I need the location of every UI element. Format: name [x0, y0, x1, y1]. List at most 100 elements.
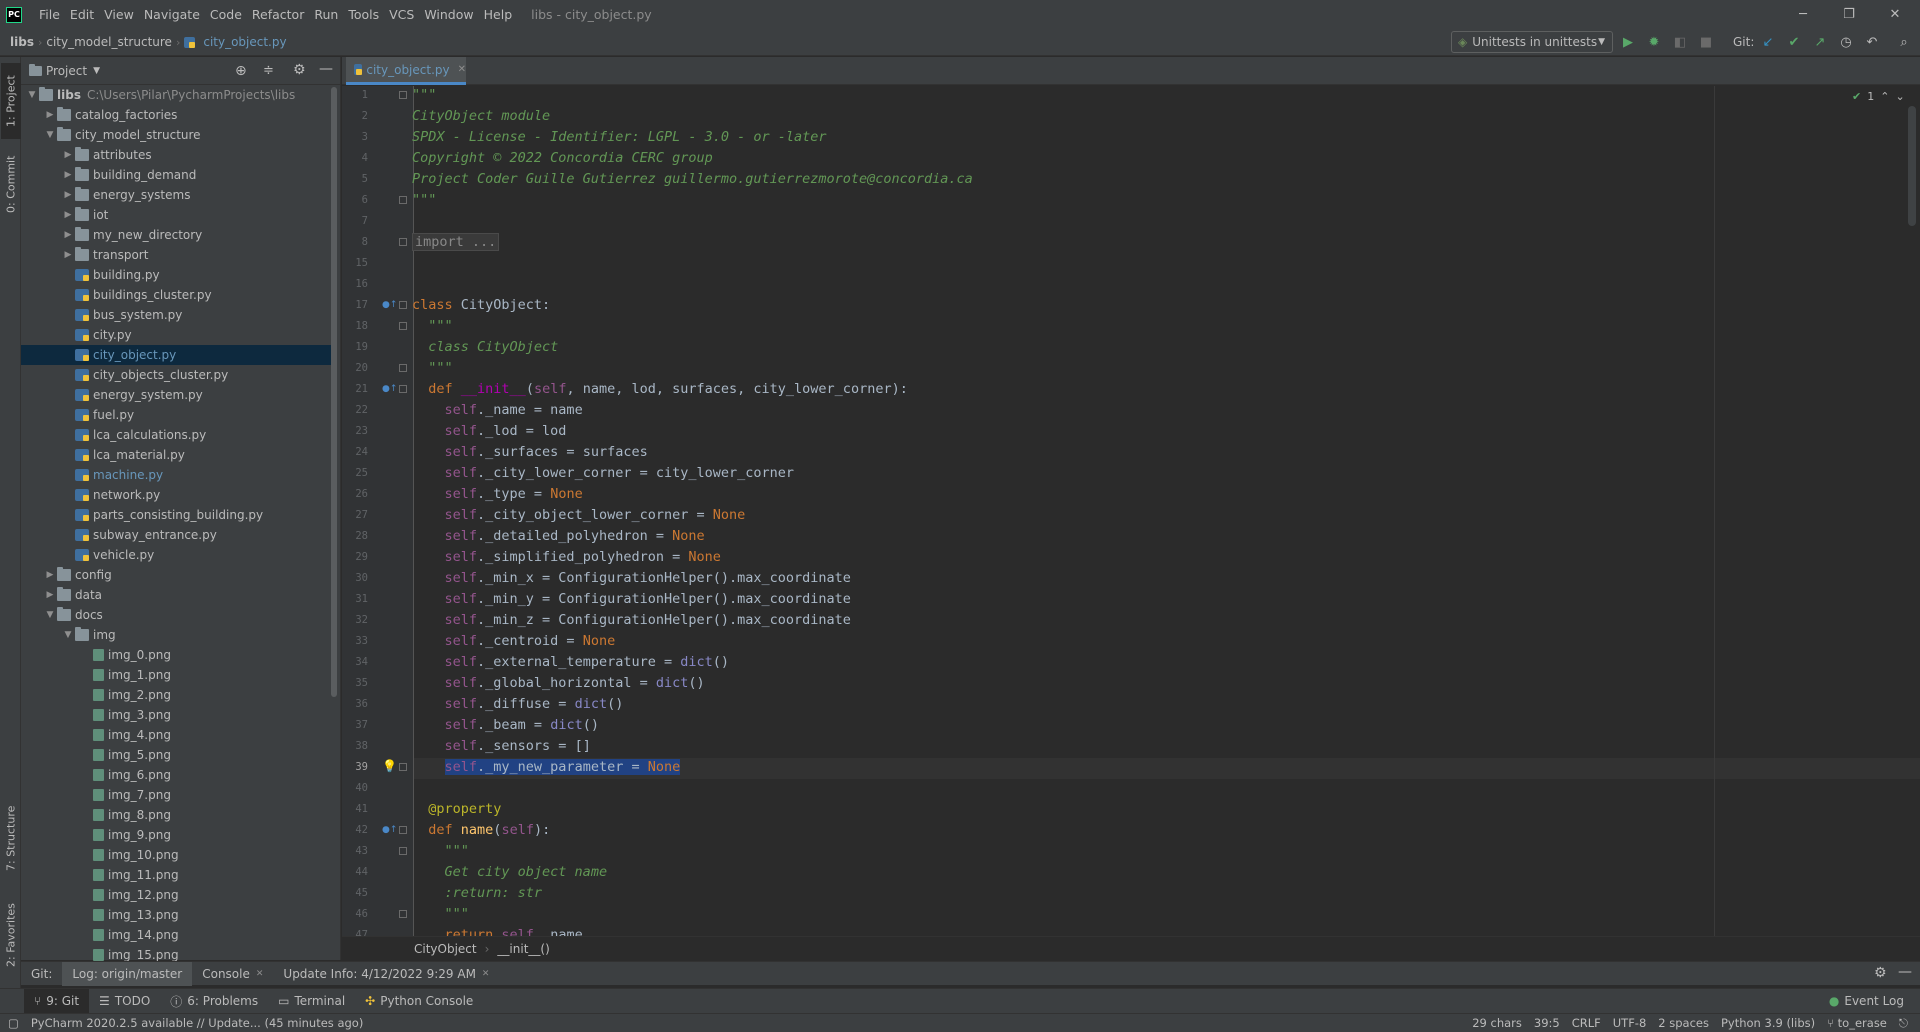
- tool-tab-git[interactable]: ⑂ 9: Git: [24, 988, 90, 1014]
- gear-icon[interactable]: ⚙: [1874, 965, 1887, 981]
- chevron-down-icon[interactable]: ▼: [43, 610, 57, 620]
- code-line[interactable]: self._min_z = ConfigurationHelper().max_…: [412, 610, 851, 631]
- fold-marker-icon[interactable]: [399, 238, 407, 246]
- code-line[interactable]: self._surfaces = surfaces: [412, 442, 648, 463]
- code-line[interactable]: """: [412, 316, 452, 337]
- editor-crumb-class[interactable]: CityObject: [414, 942, 477, 956]
- tool-tab-todo[interactable]: ☰ TODO: [89, 989, 160, 1014]
- tool-tab-favorites[interactable]: 2: Favorites: [1, 897, 21, 973]
- run-icon[interactable]: ▶: [1619, 33, 1637, 51]
- menu-edit[interactable]: Edit: [65, 7, 99, 22]
- menu-navigate[interactable]: Navigate: [139, 7, 205, 22]
- menu-run[interactable]: Run: [309, 7, 343, 22]
- git-commit-icon[interactable]: ✔: [1785, 33, 1803, 51]
- tree-file[interactable]: subway_entrance.py: [21, 525, 331, 545]
- menu-vcs[interactable]: VCS: [384, 7, 419, 22]
- tree-folder[interactable]: ▶ iot: [21, 205, 331, 225]
- locate-file-icon[interactable]: ⊕: [235, 63, 247, 79]
- code-line[interactable]: self._beam = dict(): [412, 715, 599, 736]
- tree-folder[interactable]: ▶ energy_systems: [21, 185, 331, 205]
- status-line-separator[interactable]: CRLF: [1566, 1016, 1607, 1031]
- tree-folder[interactable]: ▶ config: [21, 565, 331, 585]
- tool-tab-terminal[interactable]: ▭ Terminal: [268, 989, 355, 1014]
- code-line[interactable]: """: [412, 190, 436, 211]
- code-line[interactable]: def __init__(self, name, lod, surfaces, …: [412, 379, 908, 400]
- chevron-right-icon[interactable]: ▶: [43, 590, 57, 600]
- menu-refactor[interactable]: Refactor: [247, 7, 309, 22]
- tree-file[interactable]: img_7.png: [21, 785, 331, 805]
- tree-file[interactable]: img_8.png: [21, 805, 331, 825]
- tree-folder[interactable]: ▶ data: [21, 585, 331, 605]
- chevron-right-icon[interactable]: ▶: [43, 110, 57, 120]
- rollback-icon[interactable]: ↶: [1863, 33, 1881, 51]
- code-line[interactable]: def name(self):: [412, 820, 550, 841]
- tree-file[interactable]: img_6.png: [21, 765, 331, 785]
- status-encoding[interactable]: UTF-8: [1607, 1016, 1653, 1031]
- collapse-all-icon[interactable]: ≑: [263, 63, 274, 78]
- menu-view[interactable]: View: [99, 7, 139, 22]
- code-line[interactable]: self._name = name: [412, 400, 583, 421]
- tree-file[interactable]: vehicle.py: [21, 545, 331, 565]
- tree-file[interactable]: img_10.png: [21, 845, 331, 865]
- code-line[interactable]: self._my_new_parameter = None: [412, 757, 681, 778]
- code-line[interactable]: class CityObject:: [412, 295, 550, 316]
- status-frame-icon[interactable]: ▢: [2, 1016, 25, 1030]
- override-marker-icon[interactable]: ●↑: [382, 383, 397, 395]
- inspection-widget[interactable]: ✔ 1 ⌃ ⌄: [1852, 90, 1905, 103]
- editor-crumb-method[interactable]: __init__(): [497, 942, 549, 956]
- close-window-icon[interactable]: ✕: [1872, 0, 1918, 29]
- tree-file[interactable]: lca_material.py: [21, 445, 331, 465]
- tree-file[interactable]: img_0.png: [21, 645, 331, 665]
- tree-file[interactable]: city_object.py: [21, 345, 331, 365]
- breadcrumb-city-model-structure[interactable]: city_model_structure: [42, 35, 176, 49]
- close-tab-icon[interactable]: ✕: [256, 969, 264, 979]
- project-scrollbar[interactable]: [331, 87, 337, 697]
- tree-folder[interactable]: ▼ img: [21, 625, 331, 645]
- tree-file[interactable]: img_11.png: [21, 865, 331, 885]
- tree-folder[interactable]: ▶ catalog_factories: [21, 105, 331, 125]
- breadcrumb-city-object[interactable]: city_object.py: [199, 35, 290, 49]
- menu-tools[interactable]: Tools: [343, 7, 384, 22]
- chevron-down-icon[interactable]: ▼: [61, 630, 75, 640]
- tree-file[interactable]: img_3.png: [21, 705, 331, 725]
- chevron-right-icon[interactable]: ▶: [61, 230, 75, 240]
- restore-icon[interactable]: ❐: [1826, 0, 1872, 29]
- code-line[interactable]: self._city_object_lower_corner = None: [412, 505, 746, 526]
- stop-icon[interactable]: ■: [1697, 33, 1715, 51]
- code-line[interactable]: Get city object name: [412, 862, 608, 883]
- tree-file[interactable]: img_1.png: [21, 665, 331, 685]
- tab-console[interactable]: Console ✕: [192, 962, 273, 986]
- tree-file[interactable]: img_14.png: [21, 925, 331, 945]
- menu-window[interactable]: Window: [419, 7, 478, 22]
- menu-help[interactable]: Help: [479, 7, 518, 22]
- lightbulb-icon[interactable]: 💡: [382, 760, 397, 772]
- tree-file[interactable]: machine.py: [21, 465, 331, 485]
- project-panel-title[interactable]: Project: [46, 64, 87, 78]
- status-indent[interactable]: 2 spaces: [1652, 1016, 1715, 1031]
- code-line[interactable]: self._global_horizontal = dict(): [412, 673, 705, 694]
- gear-icon[interactable]: ⚙: [293, 62, 306, 78]
- code-line[interactable]: CityObject module: [412, 106, 550, 127]
- tree-file[interactable]: network.py: [21, 485, 331, 505]
- fold-marker-icon[interactable]: [399, 322, 407, 330]
- close-tab-icon[interactable]: ✕: [482, 969, 490, 979]
- chevron-down-icon[interactable]: ▼: [93, 66, 100, 76]
- git-update-icon[interactable]: ↙: [1759, 33, 1777, 51]
- debug-icon[interactable]: ✹: [1645, 33, 1663, 51]
- tab-log-origin-master[interactable]: Log: origin/master: [62, 961, 193, 986]
- code-line[interactable]: """: [412, 358, 452, 379]
- code-line[interactable]: self._min_x = ConfigurationHelper().max_…: [412, 568, 851, 589]
- tool-tab-problems[interactable]: ⓘ 6: Problems: [160, 989, 268, 1014]
- tree-file[interactable]: city_objects_cluster.py: [21, 365, 331, 385]
- coverage-icon[interactable]: ◧: [1671, 33, 1689, 51]
- tree-file[interactable]: bus_system.py: [21, 305, 331, 325]
- code-line[interactable]: :return: str: [412, 883, 543, 904]
- code-line[interactable]: self._city_lower_corner = city_lower_cor…: [412, 463, 795, 484]
- tree-file[interactable]: lca_calculations.py: [21, 425, 331, 445]
- tree-file[interactable]: img_9.png: [21, 825, 331, 845]
- tree-file[interactable]: img_13.png: [21, 905, 331, 925]
- tab-city-object[interactable]: city_object.py ✕: [346, 57, 466, 85]
- tree-file[interactable]: img_4.png: [21, 725, 331, 745]
- code-line[interactable]: self._type = None: [412, 484, 583, 505]
- run-configuration-select[interactable]: ◈ Unittests in unittests ▼: [1451, 31, 1613, 53]
